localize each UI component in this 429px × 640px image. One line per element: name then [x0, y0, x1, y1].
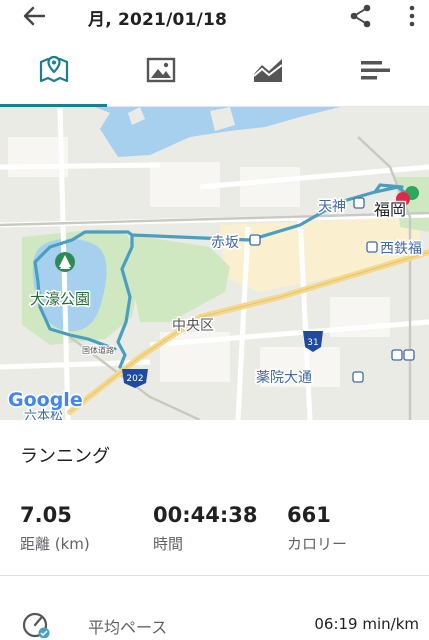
nishitetsu-label: 西鉄福 [380, 241, 422, 257]
route-map[interactable]: 31 202 大濠公園 中央区 赤坂 天神 福岡 西鉄福 薬院大通 国体道路 六… [0, 107, 429, 420]
tab-bar [0, 32, 429, 108]
tab-photos[interactable] [107, 32, 214, 107]
divider [0, 575, 429, 576]
svg-text:31: 31 [307, 338, 318, 348]
arrow-back-icon[interactable] [20, 4, 48, 28]
svg-text:202: 202 [126, 374, 143, 384]
area-chart-icon [252, 58, 283, 82]
stat-label: 時間 [153, 535, 184, 553]
akasaka-label: 赤坂 [211, 235, 239, 251]
pace-value: 06:19 min/km [314, 615, 419, 633]
stat-label: 距離 (km) [20, 535, 90, 553]
page-title: 月, 2021/01/18 [88, 10, 228, 30]
stat-calories: 661 カロリー [287, 503, 347, 554]
top-app-bar: 月, 2021/01/18 [0, 0, 429, 32]
activity-type: ランニング [20, 446, 110, 467]
stat-value: 661 [287, 503, 331, 527]
more-vert-icon[interactable] [402, 3, 422, 29]
tab-map[interactable] [0, 32, 107, 108]
pace-row: 平均ペース 06:19 min/km [0, 598, 429, 640]
stat-value: 00:44:38 [153, 503, 258, 527]
ward-label: 中央区 [172, 318, 214, 334]
tab-details[interactable] [321, 32, 428, 107]
fukuoka-label: 福岡 [374, 200, 406, 219]
tenjin-label: 天神 [318, 199, 346, 215]
stat-duration: 00:44:38 時間 [153, 503, 257, 554]
map-icon [39, 55, 68, 82]
road-label: 国体道路 [82, 345, 114, 355]
stat-label: カロリー [287, 535, 348, 553]
pace-gauge-icon [22, 610, 50, 639]
google-logo: Google [8, 389, 83, 411]
yakuin-label: 薬院大通 [256, 370, 312, 386]
park-label: 大濠公園 [30, 290, 90, 308]
image-icon [146, 57, 175, 82]
stat-distance: 7.05 距離 (km) [20, 503, 90, 554]
tab-chart[interactable] [214, 32, 321, 107]
share-icon[interactable] [348, 3, 374, 29]
stat-value: 7.05 [20, 503, 72, 527]
pace-label: 平均ペース [88, 618, 168, 637]
bar-list-icon [360, 60, 390, 79]
